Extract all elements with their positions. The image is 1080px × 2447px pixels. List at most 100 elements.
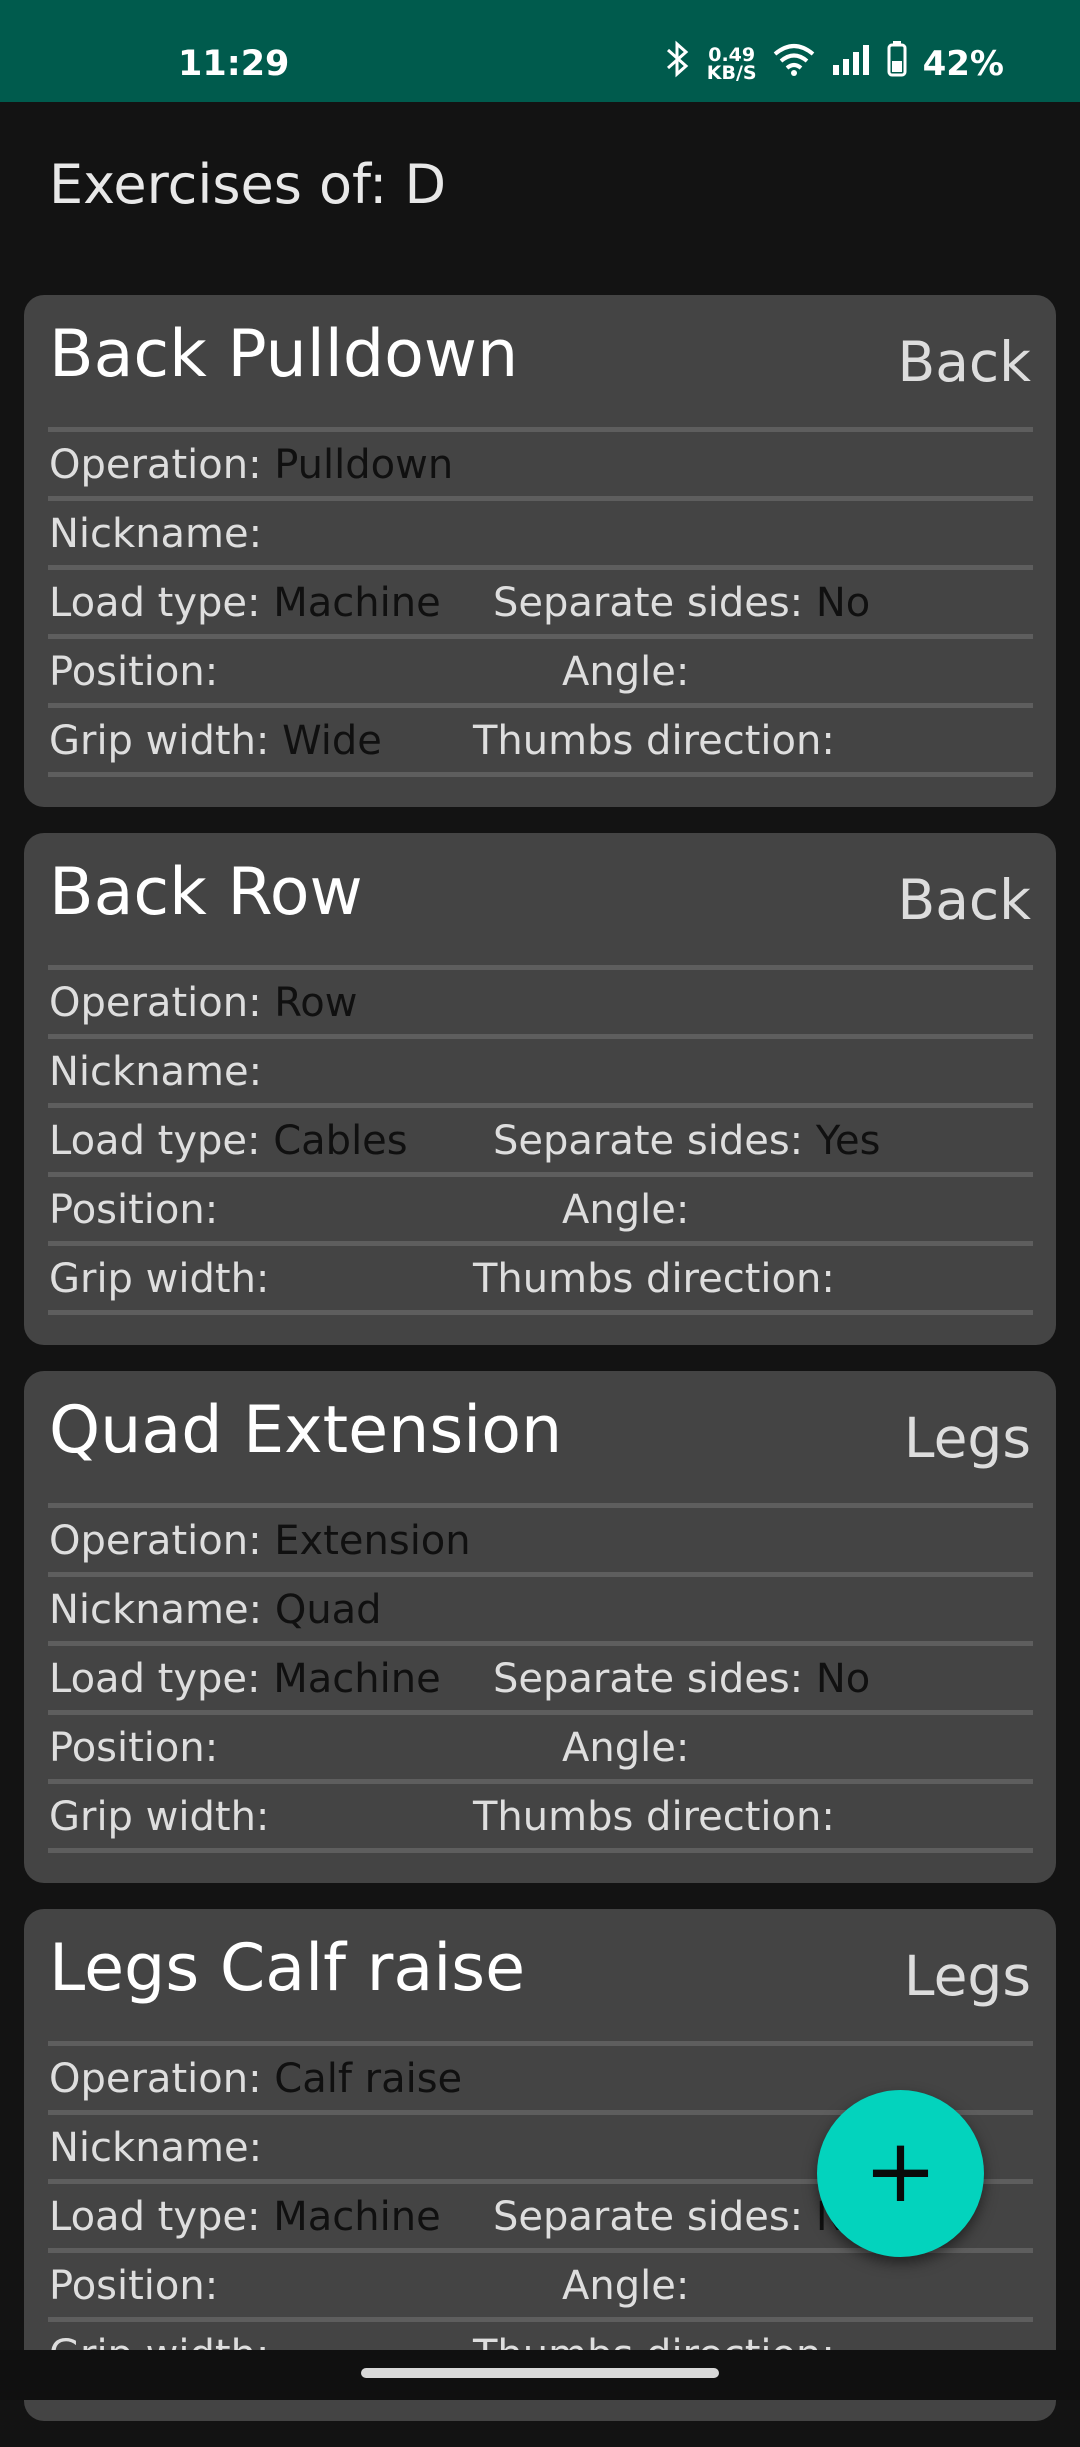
load-type-row: Load type: Machine — [49, 2194, 441, 2240]
operation-value: Calf raise — [274, 2056, 463, 2102]
exercise-card[interactable]: Back Row Back Operation: Row Nickname: L… — [24, 833, 1056, 1345]
exercise-muscle-group: Legs — [903, 1944, 1031, 2008]
battery-percent: 42% — [922, 43, 1004, 84]
angle-row: Angle: — [562, 1725, 689, 1771]
grip-width-label: Grip width: — [49, 1794, 270, 1840]
home-gesture-handle[interactable] — [361, 2368, 719, 2378]
signal-icon — [831, 43, 871, 84]
divider — [48, 565, 1033, 570]
thumbs-direction-row: Thumbs direction: — [473, 1256, 835, 1302]
nickname-row: Nickname: Quad — [49, 1587, 382, 1633]
divider — [48, 1172, 1033, 1177]
load-type-row: Load type: Machine — [49, 580, 441, 626]
divider — [48, 1641, 1033, 1646]
divider — [48, 1779, 1033, 1784]
divider — [48, 2317, 1033, 2322]
thumbs-direction-label: Thumbs direction: — [473, 1794, 835, 1840]
divider — [48, 1241, 1033, 1246]
exercise-muscle-group: Back — [897, 330, 1031, 394]
operation-value: Row — [274, 980, 358, 1026]
separate-sides-label: Separate sides: — [493, 1118, 804, 1164]
position-label: Position: — [49, 649, 219, 695]
grip-width-row: Grip width: — [49, 1794, 269, 1840]
operation-row: Operation: Extension — [49, 1518, 471, 1564]
angle-row: Angle: — [562, 649, 689, 695]
operation-label: Operation: — [49, 442, 262, 488]
thumbs-direction-label: Thumbs direction: — [473, 718, 835, 764]
exercise-name: Quad Extension — [49, 1393, 563, 1468]
exercise-name: Back Row — [49, 855, 363, 930]
exercise-name: Legs Calf raise — [49, 1931, 526, 2006]
add-exercise-button[interactable]: + — [817, 2090, 984, 2257]
thumbs-direction-row: Thumbs direction: — [473, 1794, 835, 1840]
grip-width-value: Wide — [282, 718, 382, 764]
nickname-label: Nickname: — [49, 2125, 263, 2171]
navigation-bar — [0, 2350, 1080, 2400]
separate-sides-value: Yes — [815, 1118, 881, 1164]
separate-sides-label: Separate sides: — [493, 2194, 804, 2240]
grip-width-label: Grip width: — [49, 718, 270, 764]
angle-label: Angle: — [562, 1725, 690, 1771]
nickname-row: Nickname: — [49, 511, 262, 557]
grip-width-row: Grip width: — [49, 1256, 269, 1302]
position-row: Position: — [49, 1187, 218, 1233]
load-type-label: Load type: — [49, 1656, 261, 1702]
separate-sides-label: Separate sides: — [493, 1656, 804, 1702]
wifi-icon — [773, 42, 815, 85]
load-type-value: Cables — [273, 1118, 408, 1164]
separate-sides-row: Separate sides: No — [493, 2194, 870, 2240]
load-type-label: Load type: — [49, 2194, 261, 2240]
divider — [48, 1848, 1033, 1853]
divider — [48, 634, 1033, 639]
divider — [48, 1034, 1033, 1039]
page-title: Exercises of: D — [49, 153, 447, 216]
separate-sides-row: Separate sides: No — [493, 580, 870, 626]
bluetooth-icon — [665, 40, 691, 87]
load-type-value: Machine — [273, 1656, 441, 1702]
operation-row: Operation: Pulldown — [49, 442, 453, 488]
position-label: Position: — [49, 1187, 219, 1233]
divider — [48, 965, 1033, 970]
grip-width-row: Grip width: Wide — [49, 718, 382, 764]
status-time: 11:29 — [178, 44, 290, 84]
exercise-muscle-group: Back — [897, 868, 1031, 932]
separate-sides-row: Separate sides: Yes — [493, 1118, 880, 1164]
angle-label: Angle: — [562, 649, 690, 695]
exercise-card[interactable]: Back Pulldown Back Operation: Pulldown N… — [24, 295, 1056, 807]
operation-label: Operation: — [49, 980, 262, 1026]
nickname-row: Nickname: — [49, 2125, 262, 2171]
angle-row: Angle: — [562, 1187, 689, 1233]
status-icons: 0.49 KB/S 42% — [665, 40, 1004, 87]
separate-sides-value: No — [815, 580, 871, 626]
nickname-value: Quad — [274, 1587, 382, 1633]
operation-value: Pulldown — [274, 442, 454, 488]
status-bar: 11:29 0.49 KB/S 42% — [0, 0, 1080, 102]
load-type-row: Load type: Machine — [49, 1656, 441, 1702]
angle-label: Angle: — [562, 1187, 690, 1233]
load-type-value: Machine — [273, 580, 441, 626]
position-label: Position: — [49, 2263, 219, 2309]
net-speed-value: 0.49 — [708, 43, 756, 66]
position-row: Position: — [49, 2263, 218, 2309]
nickname-label: Nickname: — [49, 1049, 263, 1095]
position-row: Position: — [49, 649, 218, 695]
load-type-value: Machine — [273, 2194, 441, 2240]
thumbs-direction-label: Thumbs direction: — [473, 1256, 835, 1302]
divider — [48, 427, 1033, 432]
divider — [48, 2041, 1033, 2046]
grip-width-label: Grip width: — [49, 1256, 270, 1302]
net-speed-unit: KB/S — [706, 61, 757, 84]
operation-row: Operation: Row — [49, 980, 357, 1026]
divider — [48, 1710, 1033, 1715]
operation-label: Operation: — [49, 2056, 262, 2102]
exercise-card[interactable]: Quad Extension Legs Operation: Extension… — [24, 1371, 1056, 1883]
divider — [48, 1103, 1033, 1108]
divider — [48, 703, 1033, 708]
operation-row: Operation: Calf raise — [49, 2056, 462, 2102]
separate-sides-value: No — [815, 1656, 871, 1702]
net-speed: 0.49 KB/S — [706, 43, 757, 84]
divider — [48, 496, 1033, 501]
separate-sides-row: Separate sides: No — [493, 1656, 870, 1702]
load-type-row: Load type: Cables — [49, 1118, 408, 1164]
angle-row: Angle: — [562, 2263, 689, 2309]
